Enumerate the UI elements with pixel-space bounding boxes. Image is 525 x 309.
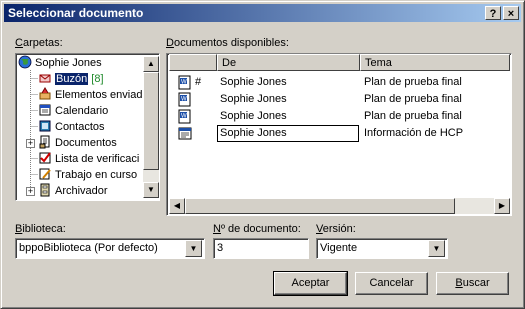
folders-label: Carpetas:: [15, 37, 63, 49]
sent-items-icon: [39, 87, 51, 100]
checklist-icon: [39, 152, 51, 164]
table-row[interactable]: W # Sophie Jones Plan de prueba final: [169, 74, 509, 91]
svg-text:W: W: [181, 80, 187, 86]
form-doc-icon: [178, 127, 192, 140]
scroll-thumb[interactable]: [143, 72, 159, 170]
folder-tree[interactable]: Sophie Jones Buzón [8] Elementos enviad …: [15, 53, 160, 201]
tree-item-trabajo-en-curso[interactable]: Trabajo en curso: [38, 167, 137, 183]
version-label: Versión:: [316, 223, 356, 235]
column-header-subject[interactable]: Tema: [360, 54, 510, 71]
table-row[interactable]: W Sophie Jones Plan de prueba final: [169, 108, 509, 125]
table-row[interactable]: Sophie Jones Información de HCP: [169, 125, 509, 142]
chevron-down-icon[interactable]: ▼: [428, 240, 445, 257]
title-bar[interactable]: Seleccionar documento ? ×: [4, 4, 521, 22]
word-doc-icon: W: [178, 75, 191, 90]
documents-label: Documentos disponibles:: [166, 37, 289, 49]
tree-item-contactos[interactable]: Contactos: [38, 119, 105, 135]
dialog-window: Seleccionar documento ? × Carpetas: Soph…: [0, 0, 525, 309]
scroll-left-icon[interactable]: ◀: [169, 198, 185, 214]
scroll-up-icon[interactable]: ▲: [143, 56, 159, 72]
calendar-icon: [39, 104, 51, 116]
tree-item-lista-verificacion[interactable]: Lista de verificaci: [38, 151, 139, 167]
svg-text:W: W: [181, 114, 187, 120]
expand-documentos-icon[interactable]: +: [26, 139, 35, 148]
doc-number-label: Nº de documento:: [213, 223, 301, 235]
status-mark: #: [195, 76, 202, 88]
word-doc-icon: W: [178, 92, 191, 107]
inbox-icon: [39, 74, 51, 83]
scroll-right-icon[interactable]: ▶: [494, 198, 510, 214]
cancel-button[interactable]: Cancelar: [355, 272, 428, 295]
tree-item-elementos-enviados[interactable]: Elementos enviad: [38, 87, 142, 103]
archive-icon: [40, 183, 50, 197]
hscroll-thumb[interactable]: [185, 198, 455, 214]
tree-item-archivador[interactable]: Archivador: [38, 183, 108, 199]
window-title: Seleccionar documento: [8, 6, 144, 20]
folder-tree-scrollbar[interactable]: ▲ ▼: [143, 56, 159, 198]
contacts-icon: [39, 120, 51, 132]
table-row[interactable]: W Sophie Jones Plan de prueba final: [169, 91, 509, 108]
chevron-down-icon[interactable]: ▼: [185, 240, 202, 257]
column-header-from[interactable]: De: [217, 54, 360, 71]
tree-item-documentos[interactable]: Documentos: [38, 135, 117, 151]
tree-item-sophie-jones[interactable]: Sophie Jones: [18, 55, 102, 71]
documents-list[interactable]: De Tema W # Sophie Jones Plan de prueba …: [166, 53, 512, 216]
work-in-progress-icon: [39, 168, 51, 180]
tree-item-calendario[interactable]: Calendario: [38, 103, 108, 119]
documents-icon: [39, 135, 50, 149]
close-button[interactable]: ×: [503, 6, 519, 20]
doc-number-field[interactable]: 3: [213, 238, 309, 259]
globe-icon: [18, 55, 32, 69]
documents-hscrollbar[interactable]: ◀ ▶: [169, 198, 510, 214]
svg-text:W: W: [181, 97, 187, 103]
version-select[interactable]: Vigente ▼: [316, 238, 448, 259]
accept-button[interactable]: Aceptar: [273, 271, 348, 296]
unread-count: [8]: [91, 73, 104, 85]
scroll-down-icon[interactable]: ▼: [143, 182, 159, 198]
search-button[interactable]: Buscar: [436, 272, 509, 295]
library-label: Biblioteca:: [15, 223, 66, 235]
expand-archivador-icon[interactable]: +: [26, 187, 35, 196]
help-button[interactable]: ?: [485, 6, 501, 20]
tree-item-buzon[interactable]: Buzón [8]: [38, 71, 104, 87]
word-doc-icon: W: [178, 109, 191, 124]
column-header-icon[interactable]: [169, 54, 217, 71]
library-select[interactable]: bppoBiblioteca (Por defecto) ▼: [15, 238, 205, 259]
